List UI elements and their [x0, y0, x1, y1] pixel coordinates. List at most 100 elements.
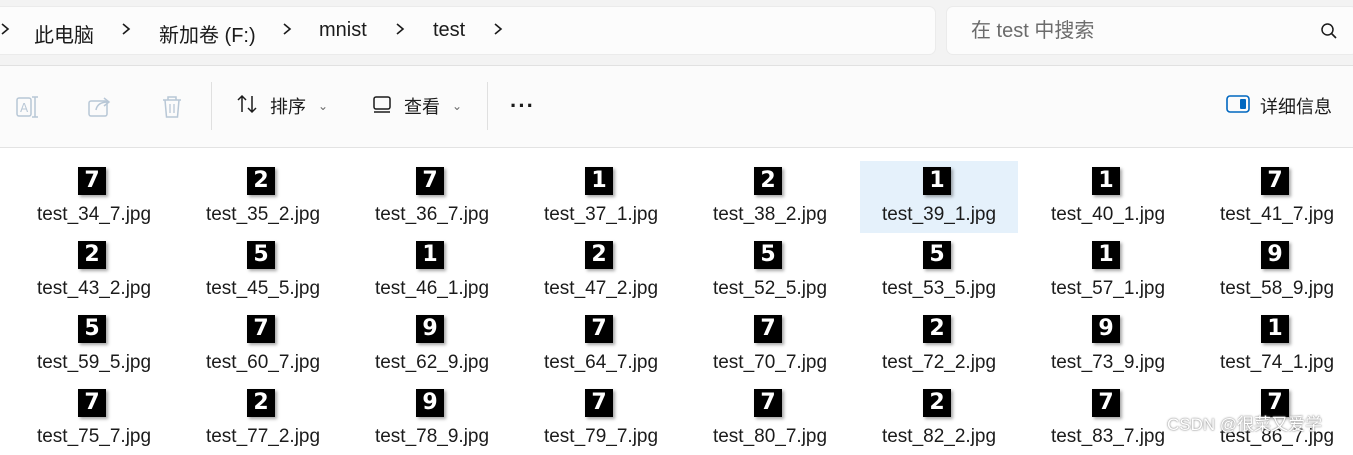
file-name: test_80_7.jpg — [712, 426, 828, 447]
file-name: test_60_7.jpg — [205, 352, 321, 373]
file-name: test_43_2.jpg — [36, 278, 152, 299]
address-bar-area: 此电脑 新加卷 (F:) mnist test — [0, 0, 1353, 66]
file-item[interactable]: 2 test_47_2.jpg — [522, 235, 680, 307]
file-item[interactable]: 9 test_58_9.jpg — [1198, 235, 1353, 307]
image-thumbnail: 7 — [1092, 389, 1120, 417]
file-item[interactable]: 2 test_77_2.jpg — [184, 383, 342, 455]
image-thumbnail: 7 — [585, 315, 613, 343]
file-item[interactable]: 5 test_59_5.jpg — [15, 309, 173, 381]
breadcrumb[interactable] — [0, 6, 936, 55]
file-name: test_39_1.jpg — [881, 204, 997, 225]
sort-label: 排序 — [270, 97, 306, 117]
file-item[interactable]: 2 test_38_2.jpg — [691, 161, 849, 233]
image-thumbnail: 9 — [416, 315, 444, 343]
file-item[interactable]: 7 test_60_7.jpg — [184, 309, 342, 381]
image-thumbnail: 2 — [247, 389, 275, 417]
chevron-right-icon[interactable] — [121, 19, 133, 39]
image-thumbnail: 2 — [754, 167, 782, 195]
breadcrumb-item-mnist[interactable]: mnist — [319, 19, 367, 42]
sort-button[interactable]: 排序 ⌄ — [236, 88, 328, 124]
breadcrumb-item-drive-f[interactable]: 新加卷 (F:) — [159, 19, 256, 48]
file-name: test_47_2.jpg — [543, 278, 659, 299]
watermark: CSDN @很菜又爱学 — [1167, 415, 1323, 434]
chevron-right-icon[interactable] — [282, 19, 294, 39]
file-name: test_83_7.jpg — [1050, 426, 1166, 447]
file-item[interactable]: 5 test_45_5.jpg — [184, 235, 342, 307]
file-item[interactable]: 9 test_62_9.jpg — [353, 309, 511, 381]
image-thumbnail: 7 — [585, 389, 613, 417]
toolbar-divider — [211, 82, 212, 130]
file-name: test_73_9.jpg — [1050, 352, 1166, 373]
svg-text:A: A — [20, 101, 29, 115]
chevron-right-icon[interactable] — [0, 19, 12, 39]
file-grid: 7 test_34_7.jpg 2 test_35_2.jpg 7 test_36_7.j… — [0, 148, 1353, 447]
image-thumbnail: 5 — [923, 241, 951, 269]
search-box[interactable] — [946, 6, 1353, 55]
file-item[interactable]: 7 test_70_7.jpg — [691, 309, 849, 381]
file-name: test_59_5.jpg — [36, 352, 152, 373]
file-name: test_78_9.jpg — [374, 426, 490, 447]
file-item[interactable]: 7 test_80_7.jpg — [691, 383, 849, 455]
file-item[interactable]: 1 test_46_1.jpg — [353, 235, 511, 307]
file-item[interactable]: 2 test_43_2.jpg — [15, 235, 173, 307]
file-name: test_79_7.jpg — [543, 426, 659, 447]
file-item[interactable]: 2 test_72_2.jpg — [860, 309, 1018, 381]
file-item[interactable]: 1 test_40_1.jpg — [1029, 161, 1187, 233]
file-item[interactable]: 1 test_39_1.jpg — [860, 161, 1018, 233]
file-item[interactable]: 7 test_79_7.jpg — [522, 383, 680, 455]
rename-icon[interactable]: A — [15, 94, 41, 125]
file-name: test_40_1.jpg — [1050, 204, 1166, 225]
file-item[interactable]: 1 test_37_1.jpg — [522, 161, 680, 233]
image-thumbnail: 5 — [78, 315, 106, 343]
file-item[interactable]: 7 test_64_7.jpg — [522, 309, 680, 381]
search-input[interactable] — [969, 17, 1303, 45]
file-item[interactable]: 2 test_82_2.jpg — [860, 383, 1018, 455]
file-name: test_52_5.jpg — [712, 278, 828, 299]
image-thumbnail: 9 — [416, 389, 444, 417]
file-name: test_62_9.jpg — [374, 352, 490, 373]
image-thumbnail: 7 — [247, 315, 275, 343]
file-item[interactable]: 2 test_35_2.jpg — [184, 161, 342, 233]
file-item[interactable]: 7 test_75_7.jpg — [15, 383, 173, 455]
file-name: test_72_2.jpg — [881, 352, 997, 373]
details-pane-button[interactable]: 详细信息 — [1226, 88, 1332, 124]
file-item[interactable]: 1 test_57_1.jpg — [1029, 235, 1187, 307]
image-thumbnail: 7 — [1261, 167, 1289, 195]
image-thumbnail: 9 — [1092, 315, 1120, 343]
delete-icon[interactable] — [159, 94, 185, 125]
breadcrumb-item-test[interactable]: test — [433, 19, 465, 42]
view-button[interactable]: 查看 ⌄ — [372, 88, 462, 124]
file-item[interactable]: 7 test_41_7.jpg — [1198, 161, 1353, 233]
file-name: test_74_1.jpg — [1219, 352, 1335, 373]
file-name: test_53_5.jpg — [881, 278, 997, 299]
search-icon[interactable] — [1320, 22, 1338, 45]
file-name: test_46_1.jpg — [374, 278, 490, 299]
chevron-down-icon: ⌄ — [452, 99, 463, 113]
share-icon[interactable] — [87, 94, 113, 125]
file-item[interactable]: 7 test_34_7.jpg — [15, 161, 173, 233]
image-thumbnail: 1 — [1092, 241, 1120, 269]
image-thumbnail: 2 — [78, 241, 106, 269]
file-item[interactable]: 9 test_73_9.jpg — [1029, 309, 1187, 381]
image-thumbnail: 1 — [416, 241, 444, 269]
chevron-right-icon[interactable] — [395, 19, 407, 39]
chevron-right-icon[interactable] — [493, 19, 505, 39]
image-thumbnail: 7 — [754, 315, 782, 343]
image-thumbnail: 2 — [585, 241, 613, 269]
file-name: test_75_7.jpg — [36, 426, 152, 447]
image-thumbnail: 1 — [585, 167, 613, 195]
file-name: test_64_7.jpg — [543, 352, 659, 373]
toolbar-divider — [487, 82, 488, 130]
image-thumbnail: 1 — [1092, 167, 1120, 195]
file-item[interactable]: 7 test_36_7.jpg — [353, 161, 511, 233]
file-item[interactable]: 1 test_74_1.jpg — [1198, 309, 1353, 381]
view-label: 查看 — [404, 97, 440, 117]
more-options-button[interactable]: ··· — [510, 88, 535, 124]
file-item[interactable]: 5 test_53_5.jpg — [860, 235, 1018, 307]
breadcrumb-item-this-pc[interactable]: 此电脑 — [34, 19, 94, 48]
file-name: test_57_1.jpg — [1050, 278, 1166, 299]
file-name: test_38_2.jpg — [712, 204, 828, 225]
file-item[interactable]: 7 test_83_7.jpg — [1029, 383, 1187, 455]
file-item[interactable]: 9 test_78_9.jpg — [353, 383, 511, 455]
file-item[interactable]: 5 test_52_5.jpg — [691, 235, 849, 307]
